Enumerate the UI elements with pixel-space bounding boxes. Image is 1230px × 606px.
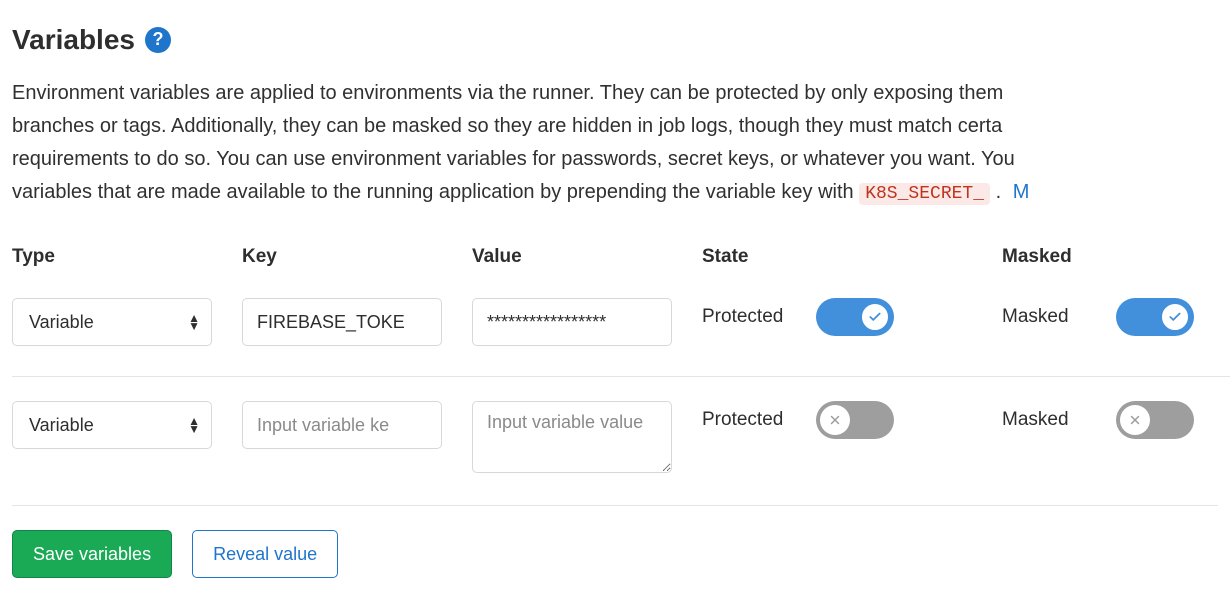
code-chip: K8S_SECRET_ — [859, 183, 990, 205]
col-head-value: Value — [472, 244, 692, 289]
protected-label: Protected — [702, 407, 798, 434]
page-title: Variables — [12, 20, 135, 59]
key-input[interactable] — [242, 298, 442, 346]
close-icon — [1129, 414, 1141, 426]
value-input[interactable] — [472, 298, 672, 346]
protected-toggle[interactable] — [816, 298, 894, 336]
type-select[interactable]: Variable — [12, 298, 212, 346]
reveal-button[interactable]: Reveal value — [192, 530, 338, 578]
col-head-type: Type — [12, 244, 232, 289]
help-icon[interactable]: ? — [145, 27, 171, 53]
masked-toggle[interactable] — [1116, 298, 1194, 336]
check-icon — [1168, 310, 1182, 324]
section-divider — [12, 505, 1218, 506]
type-select[interactable]: Variable — [12, 401, 212, 449]
row-divider — [12, 376, 1230, 377]
more-link[interactable]: M — [1013, 181, 1030, 203]
close-icon — [829, 414, 841, 426]
value-input[interactable] — [472, 401, 672, 473]
col-head-state: State — [702, 244, 992, 289]
variables-table: Type Key Value State Masked Variable ▲▼ … — [12, 244, 1218, 498]
check-icon — [868, 310, 882, 324]
masked-label: Masked — [1002, 304, 1098, 331]
save-button[interactable]: Save variables — [12, 530, 172, 578]
protected-label: Protected — [702, 304, 798, 331]
description-text: Environment variables are applied to env… — [12, 77, 1218, 210]
masked-toggle[interactable] — [1116, 401, 1194, 439]
col-head-masked: Masked — [1002, 244, 1230, 289]
key-input[interactable] — [242, 401, 442, 449]
masked-label: Masked — [1002, 407, 1098, 434]
protected-toggle[interactable] — [816, 401, 894, 439]
col-head-key: Key — [242, 244, 462, 289]
